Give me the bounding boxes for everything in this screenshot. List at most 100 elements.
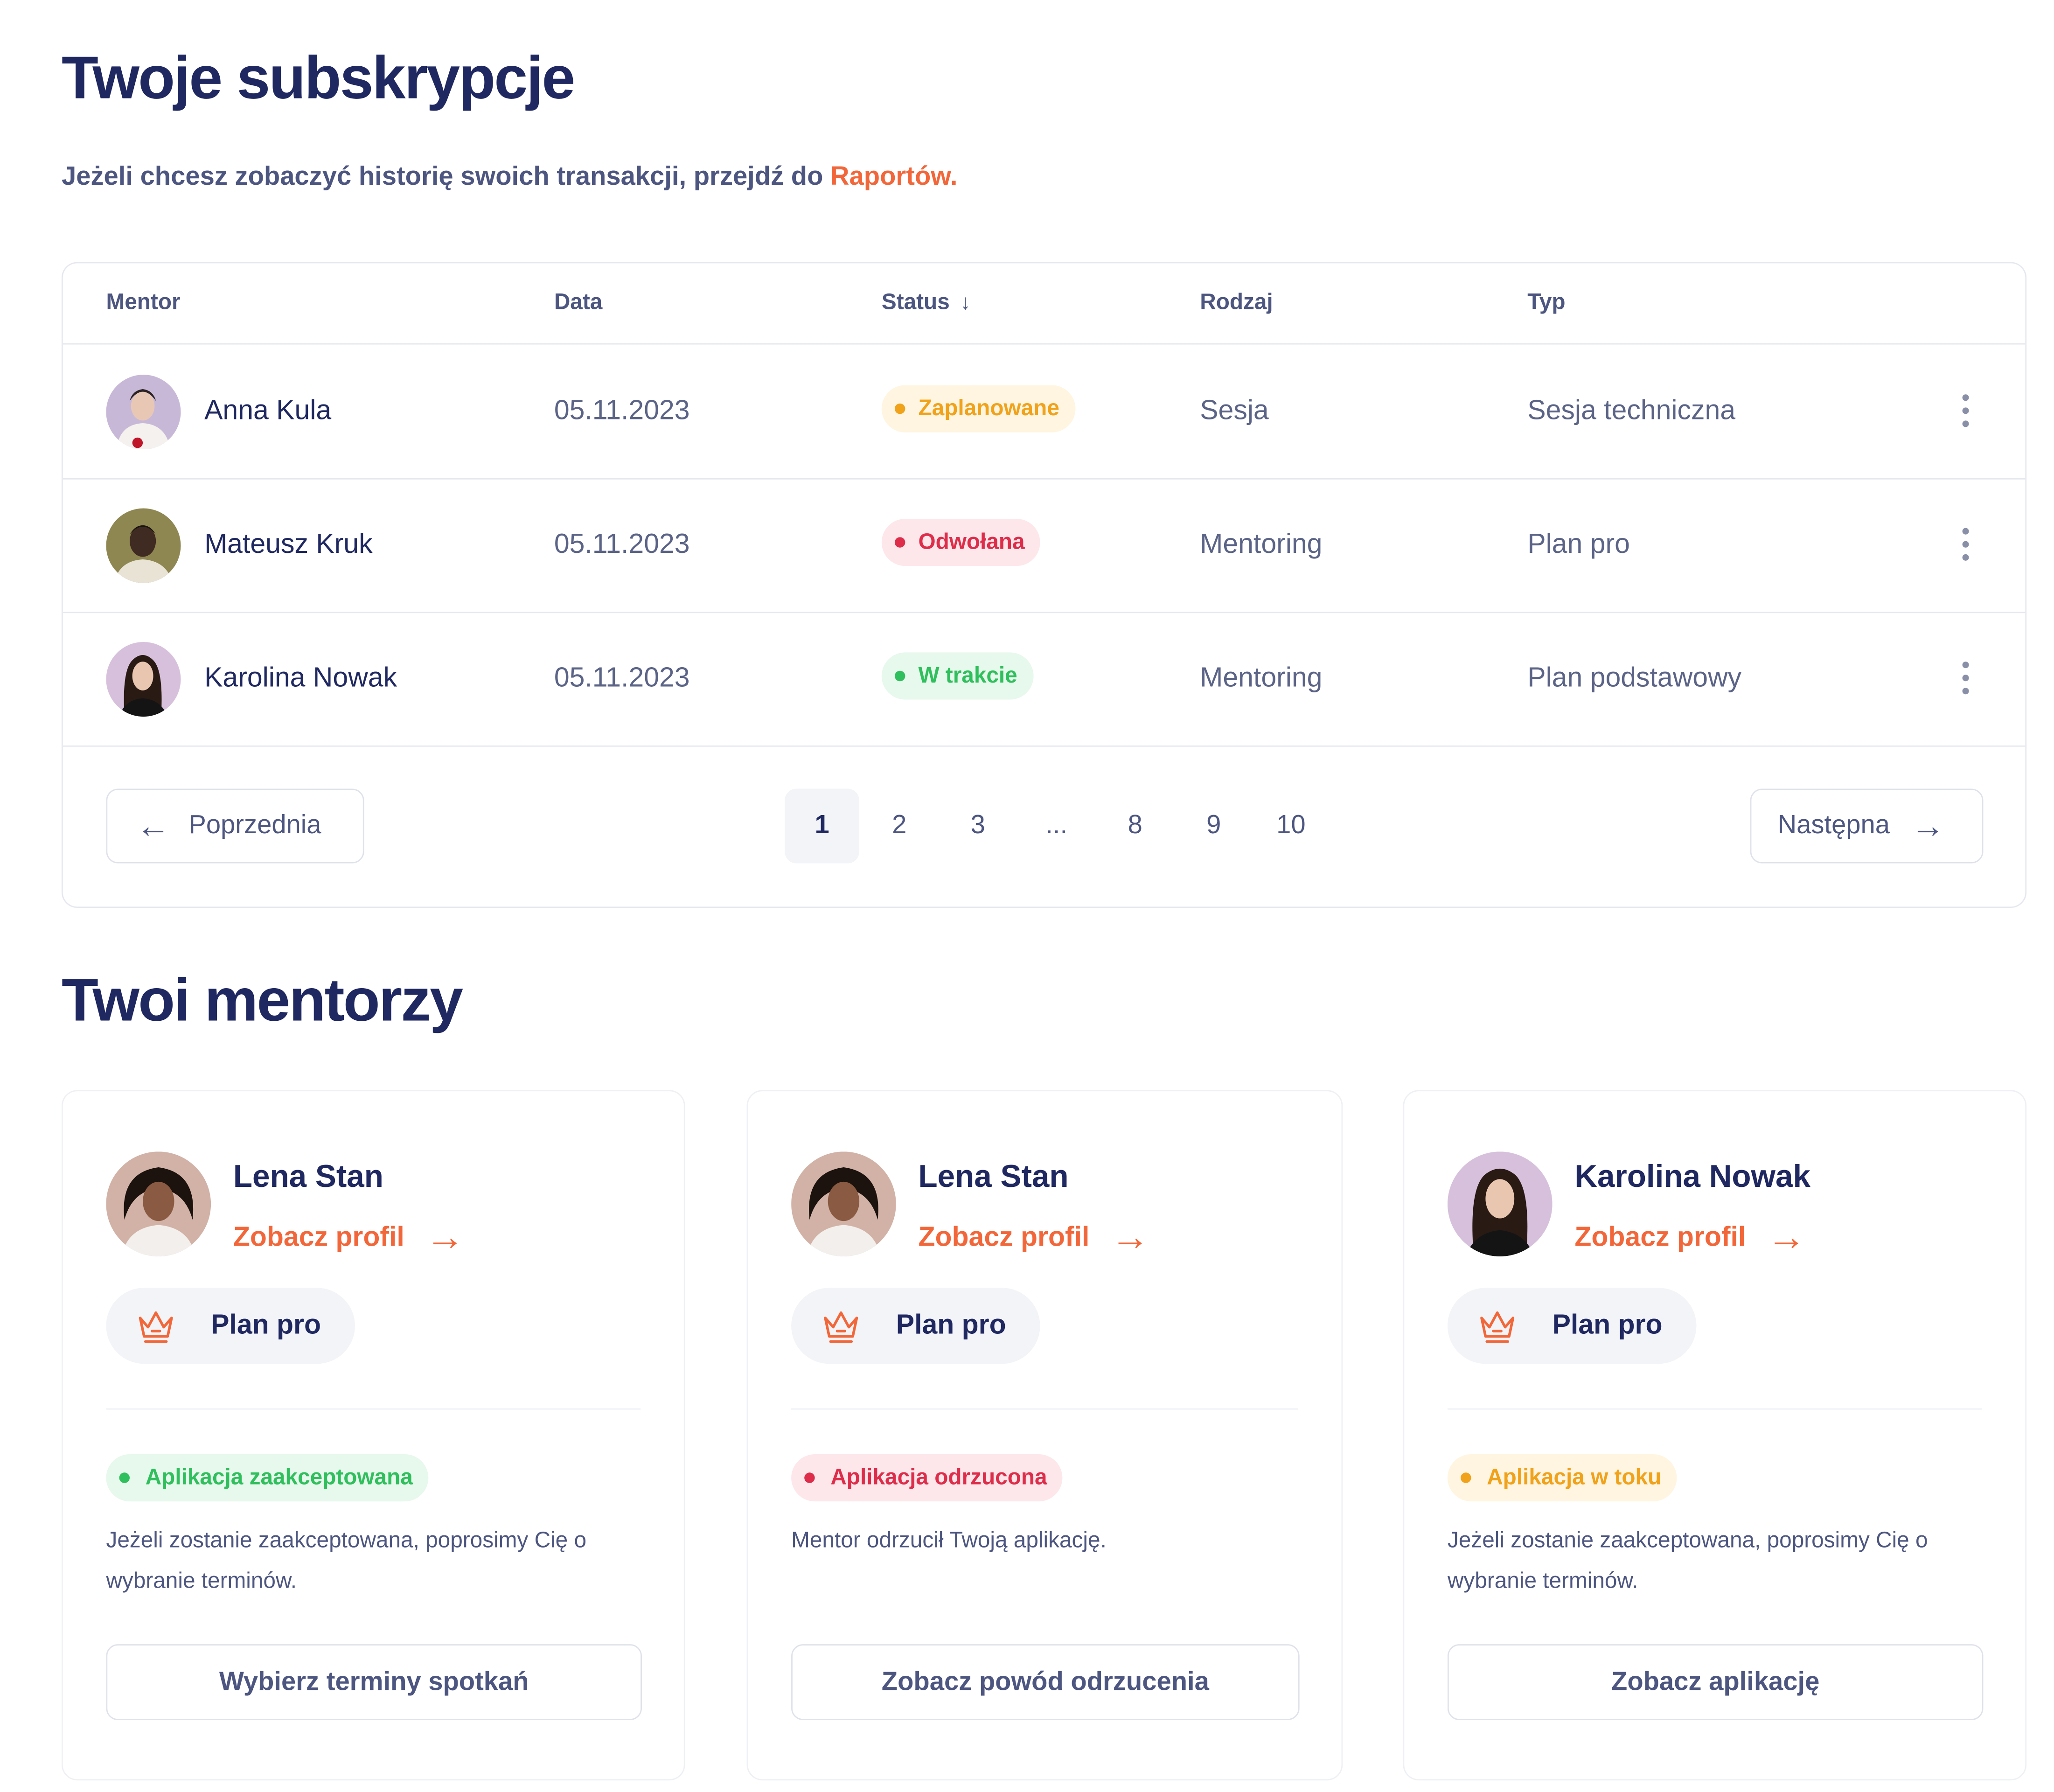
avatar [106, 375, 181, 450]
row-kind: Mentoring [1200, 662, 1323, 693]
application-description: Jeżeli zostanie zaakceptowana, poprosimy… [1447, 1527, 1928, 1593]
view-profile-link[interactable]: Zobacz profil → [1574, 1215, 1806, 1259]
row-kind: Sesja [1200, 396, 1269, 426]
view-profile-label: Zobacz profil [918, 1222, 1090, 1253]
column-date: Data [554, 289, 603, 314]
column-type: Typ [1527, 289, 1566, 314]
status-dot [804, 1472, 815, 1483]
view-profile-label: Zobacz profil [1574, 1222, 1746, 1253]
mentors-title: Twoi mentorzy [61, 965, 463, 1034]
row-kind: Mentoring [1200, 529, 1323, 560]
table-row[interactable]: Mateusz Kruk 05.11.2023 Odwołana Mentori… [63, 478, 2026, 614]
more-vertical-icon[interactable] [1956, 662, 1974, 696]
row-date: 05.11.2023 [554, 662, 690, 693]
plan-label: Plan pro [211, 1310, 321, 1340]
avatar [106, 508, 181, 583]
next-page-button[interactable]: Następna → [1750, 788, 1984, 864]
table-row[interactable]: Anna Kula 05.11.2023 Zaplanowane Sesja S… [63, 345, 2026, 480]
column-kind: Rodzaj [1200, 289, 1273, 314]
page-9[interactable]: 9 [1177, 788, 1251, 863]
plan-badge: Plan pro [1447, 1288, 1697, 1364]
choose-dates-button[interactable]: Wybierz terminy spotkań [106, 1644, 642, 1721]
view-rejection-reason-button[interactable]: Zobacz powód odrzucenia [791, 1644, 1300, 1721]
crown-icon [139, 1311, 173, 1343]
table-header: Mentor Data Status ↓ Rodzaj Typ [63, 263, 2026, 345]
subscriptions-table: Mentor Data Status ↓ Rodzaj Typ Anna Kula… [61, 262, 2027, 908]
more-vertical-icon[interactable] [1956, 528, 1974, 562]
row-date: 05.11.2023 [554, 396, 690, 426]
view-profile-link[interactable]: Zobacz profil → [918, 1215, 1150, 1259]
mentor-card: Karolina Nowak Zobacz profil → Plan pro A… [1403, 1090, 2027, 1781]
previous-page-button[interactable]: ← Poprzednia [106, 788, 364, 864]
avatar [1447, 1151, 1553, 1256]
page-8[interactable]: 8 [1098, 788, 1172, 863]
mentor-card-name: Karolina Nowak [1574, 1159, 1810, 1195]
divider [791, 1408, 1298, 1410]
arrow-left-icon: ← [136, 805, 171, 845]
column-status[interactable]: Status ↓ [882, 290, 971, 316]
mentor-name: Anna Kula [204, 396, 332, 426]
status-dot [894, 670, 905, 682]
application-status-label: Aplikacja odrzucona [830, 1464, 1047, 1490]
arrow-down-icon[interactable]: ↓ [960, 292, 970, 314]
application-status-label: Aplikacja zaakceptowana [145, 1464, 413, 1490]
plan-badge: Plan pro [106, 1288, 355, 1364]
intro-text-body: Jeżeli chcesz zobaczyć historię swoich t… [61, 162, 830, 191]
view-profile-label: Zobacz profil [233, 1222, 404, 1253]
status-badge: Zaplanowane [881, 385, 1075, 432]
more-vertical-icon[interactable] [1956, 394, 1974, 428]
arrow-right-icon: → [1110, 1215, 1150, 1259]
row-type: Sesja techniczna [1527, 396, 1736, 426]
arrow-right-icon: → [425, 1215, 465, 1259]
row-type: Plan pro [1527, 529, 1630, 560]
crown-icon [1480, 1311, 1515, 1343]
divider [106, 1408, 641, 1410]
status-dot [119, 1472, 130, 1483]
application-status-badge: Aplikacja zaakceptowana [106, 1454, 429, 1502]
application-description: Jeżeli zostanie zaakceptowana, poprosimy… [106, 1527, 587, 1593]
column-status-label: Status [881, 289, 950, 314]
status-badge: W trakcie [881, 652, 1033, 700]
page-2[interactable]: 2 [862, 788, 937, 863]
column-mentor: Mentor [106, 289, 181, 314]
page-3[interactable]: 3 [940, 788, 1015, 863]
status-badge: Odwołana [881, 519, 1041, 566]
reports-link[interactable]: Raportów. [830, 162, 957, 191]
avatar [791, 1151, 896, 1256]
divider [1447, 1408, 1982, 1410]
plan-badge: Plan pro [791, 1288, 1040, 1364]
application-description: Mentor odrzucił Twoją aplikację. [791, 1527, 1107, 1553]
application-status-badge: Aplikacja w toku [1447, 1454, 1677, 1502]
page-ellipsis: ... [1045, 811, 1068, 840]
mentor-card: Lena Stan Zobacz profil → Plan pro Aplika… [61, 1090, 685, 1781]
arrow-right-icon: → [1910, 805, 1945, 845]
page-title: Twoje subskrypcje [61, 43, 575, 112]
page-1[interactable]: 1 [785, 788, 860, 864]
intro-text: Jeżeli chcesz zobaczyć historię swoich t… [62, 162, 957, 193]
arrow-right-icon: → [1767, 1215, 1806, 1259]
mentor-name: Karolina Nowak [204, 662, 397, 693]
plan-label: Plan pro [896, 1310, 1006, 1340]
status-dot [1461, 1472, 1471, 1483]
mentor-card-name: Lena Stan [918, 1159, 1069, 1195]
page: Twoje subskrypcje Jeżeli chcesz zobaczyć… [0, 0, 2054, 1792]
status-dot [894, 537, 905, 548]
status-dot [894, 403, 905, 414]
mentor-card-name: Lena Stan [233, 1159, 383, 1195]
status-label: W trakcie [918, 662, 1017, 688]
mentor-card: Lena Stan Zobacz profil → Plan pro Aplika… [746, 1090, 1343, 1781]
view-application-button[interactable]: Zobacz aplikację [1447, 1644, 1984, 1721]
status-label: Odwołana [918, 529, 1025, 554]
crown-icon [824, 1311, 858, 1343]
row-type: Plan podstawowy [1527, 662, 1742, 693]
previous-page-label: Poprzednia [188, 811, 321, 840]
status-label: Zaplanowane [918, 396, 1059, 421]
table-row[interactable]: Karolina Nowak 05.11.2023 W trakcie Ment… [63, 612, 2026, 747]
row-date: 05.11.2023 [554, 529, 690, 560]
avatar [106, 1151, 211, 1256]
next-page-label: Następna [1777, 811, 1890, 840]
application-status-badge: Aplikacja odrzucona [791, 1454, 1063, 1502]
application-status-label: Aplikacja w toku [1487, 1464, 1662, 1490]
page-10[interactable]: 10 [1253, 788, 1328, 863]
view-profile-link[interactable]: Zobacz profil → [233, 1215, 465, 1259]
